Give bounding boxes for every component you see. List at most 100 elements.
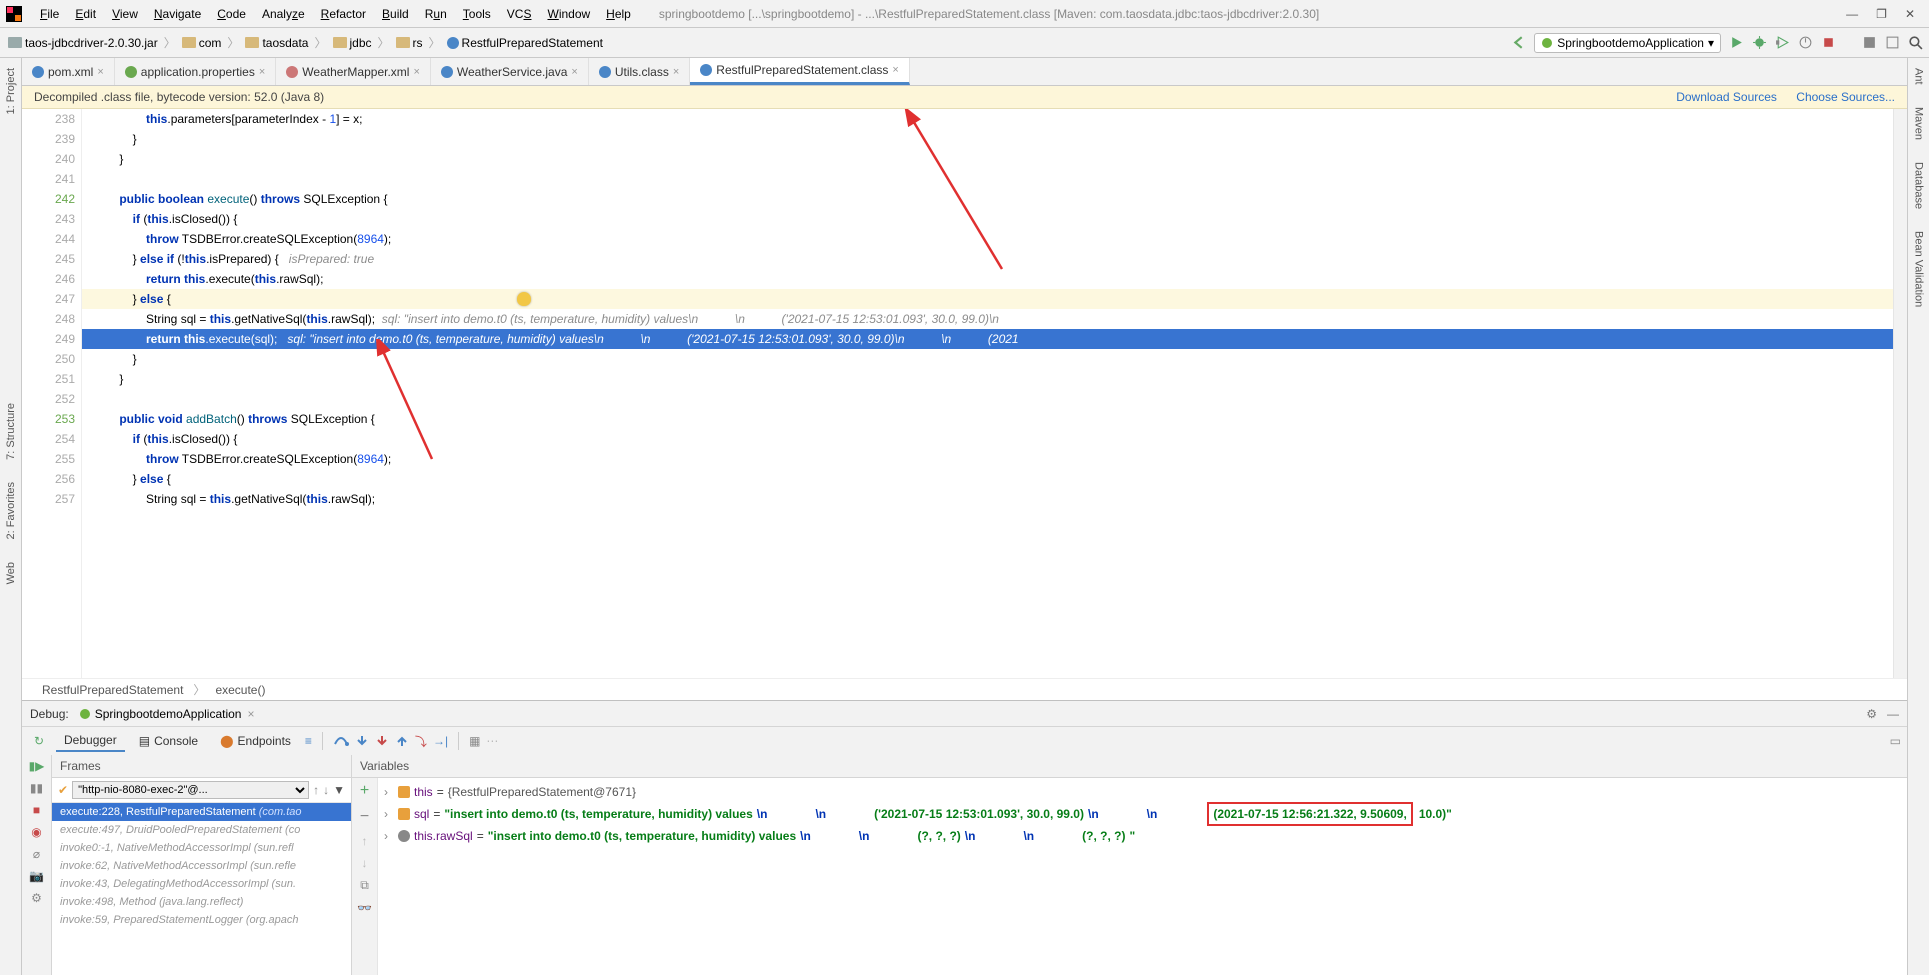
evaluate-icon[interactable]: ▦: [469, 734, 480, 748]
close-tab-icon[interactable]: ×: [413, 66, 419, 78]
gear-icon[interactable]: ⚙: [1866, 707, 1877, 721]
menu-file[interactable]: File: [32, 7, 67, 21]
maximize-icon[interactable]: ❐: [1876, 7, 1887, 21]
run-icon[interactable]: [1729, 35, 1744, 50]
coverage-icon[interactable]: [1775, 35, 1790, 50]
copy-icon[interactable]: ⧉: [360, 878, 369, 893]
view-breakpoints-icon[interactable]: ◉: [31, 825, 41, 839]
tool-structure[interactable]: 7: Structure: [5, 397, 17, 466]
editor-tab[interactable]: application.properties×: [115, 58, 277, 85]
editor-tab[interactable]: pom.xml×: [22, 58, 115, 85]
minimize-icon[interactable]: —: [1846, 7, 1858, 21]
force-step-into-icon[interactable]: [375, 734, 389, 748]
frame-item[interactable]: invoke:498, Method (java.lang.reflect): [52, 893, 351, 911]
tool-database[interactable]: Database: [1913, 156, 1925, 215]
stop-icon[interactable]: ■: [33, 803, 40, 817]
menu-edit[interactable]: Edit: [67, 7, 104, 21]
crumb-jar[interactable]: taos-jdbcdriver-2.0.30.jar: [6, 36, 160, 50]
close-tab-icon[interactable]: ×: [571, 66, 577, 78]
download-sources-link[interactable]: Download Sources: [1676, 90, 1777, 104]
tool-bean-validation[interactable]: Bean Validation: [1913, 225, 1925, 313]
close-icon[interactable]: ×: [247, 707, 254, 721]
debug-icon[interactable]: [1752, 35, 1767, 50]
next-frame-icon[interactable]: ↓: [323, 783, 329, 797]
frame-item[interactable]: invoke:59, PreparedStatementLogger (org.…: [52, 911, 351, 929]
frame-item[interactable]: execute:497, DruidPooledPreparedStatemen…: [52, 821, 351, 839]
run-config-selector[interactable]: SpringbootdemoApplication ▾: [1534, 33, 1721, 53]
code-body[interactable]: this.parameters[parameterIndex - 1] = x;…: [82, 109, 1893, 678]
editor-tab[interactable]: Utils.class×: [589, 58, 690, 85]
menu-run[interactable]: Run: [417, 7, 455, 21]
tab-debugger[interactable]: Debugger: [56, 730, 125, 752]
editor-tab[interactable]: WeatherService.java×: [431, 58, 589, 85]
tool-project[interactable]: 1: Project: [5, 62, 17, 120]
crumb-class[interactable]: RestfulPreparedStatement: [445, 36, 605, 50]
tool-maven[interactable]: Maven: [1913, 101, 1925, 146]
run-to-cursor-icon[interactable]: →|: [433, 734, 448, 748]
crumb-class-name[interactable]: RestfulPreparedStatement: [42, 683, 183, 697]
trace-icon[interactable]: ⋯: [486, 734, 498, 748]
line-gutter[interactable]: 2382392402412422432442452462472482492502…: [22, 109, 82, 678]
crumb-method-name[interactable]: execute(): [215, 683, 265, 697]
back-icon[interactable]: [1511, 35, 1526, 50]
minimize-panel-icon[interactable]: —: [1887, 707, 1899, 721]
threads-icon[interactable]: ≡: [305, 734, 312, 748]
close-tab-icon[interactable]: ×: [673, 66, 679, 78]
tool-web[interactable]: Web: [5, 556, 17, 590]
crumb-pkg[interactable]: rs: [394, 36, 425, 50]
intention-bulb-icon[interactable]: [517, 292, 531, 306]
error-stripe[interactable]: [1893, 109, 1907, 678]
close-tab-icon[interactable]: ×: [259, 66, 265, 78]
rerun-icon[interactable]: ↻: [28, 734, 50, 748]
crumb-pkg[interactable]: jdbc: [331, 36, 374, 50]
variables-list[interactable]: › this = {RestfulPreparedStatement@7671}…: [378, 778, 1907, 975]
profile-icon[interactable]: [1798, 35, 1813, 50]
git-icon[interactable]: [1862, 35, 1877, 50]
menu-tools[interactable]: Tools: [455, 7, 499, 21]
frame-item[interactable]: invoke:43, DelegatingMethodAccessorImpl …: [52, 875, 351, 893]
prev-frame-icon[interactable]: ↑: [313, 783, 319, 797]
down-icon[interactable]: ↓: [362, 856, 368, 870]
menu-refactor[interactable]: Refactor: [313, 7, 374, 21]
structure-icon[interactable]: [1885, 35, 1900, 50]
crumb-pkg[interactable]: taosdata: [243, 36, 310, 50]
close-icon[interactable]: ✕: [1905, 7, 1915, 21]
resume-icon[interactable]: ▮▶: [29, 759, 45, 773]
step-over-icon[interactable]: [333, 734, 349, 748]
menu-navigate[interactable]: Navigate: [146, 7, 209, 21]
menu-help[interactable]: Help: [598, 7, 639, 21]
crumb-pkg[interactable]: com: [180, 36, 224, 50]
menu-view[interactable]: View: [104, 7, 146, 21]
add-watch-icon[interactable]: +: [360, 782, 369, 800]
drop-frame-icon[interactable]: ⤵: [415, 733, 427, 750]
editor-tab[interactable]: RestfulPreparedStatement.class×: [690, 58, 910, 85]
tool-favorites[interactable]: 2: Favorites: [5, 476, 17, 545]
menu-build[interactable]: Build: [374, 7, 417, 21]
menu-window[interactable]: Window: [539, 7, 598, 21]
camera-icon[interactable]: 📷: [29, 869, 44, 883]
frame-item[interactable]: execute:228, RestfulPreparedStatement (c…: [52, 803, 351, 821]
up-icon[interactable]: ↑: [362, 834, 368, 848]
mute-breakpoints-icon[interactable]: ⌀: [33, 847, 40, 861]
var-rawsql[interactable]: › this.rawSql = "insert into demo.t0 (ts…: [384, 826, 1901, 846]
remove-watch-icon[interactable]: −: [360, 808, 369, 826]
settings-icon[interactable]: ⚙: [31, 891, 42, 905]
editor-tab[interactable]: WeatherMapper.xml×: [276, 58, 431, 85]
close-tab-icon[interactable]: ×: [892, 64, 898, 76]
thread-selector[interactable]: "http-nio-8080-exec-2"@...: [72, 781, 309, 799]
step-out-icon[interactable]: [395, 734, 409, 748]
glasses-icon[interactable]: 👓: [357, 901, 372, 915]
menu-vcs[interactable]: VCS: [499, 7, 540, 21]
layout-icon[interactable]: ▭: [1890, 734, 1901, 748]
choose-sources-link[interactable]: Choose Sources...: [1796, 90, 1895, 104]
menu-code[interactable]: Code: [209, 7, 254, 21]
frames-list[interactable]: execute:228, RestfulPreparedStatement (c…: [52, 803, 351, 975]
menu-analyze[interactable]: Analyze: [254, 7, 313, 21]
code-editor[interactable]: 2382392402412422432442452462472482492502…: [22, 109, 1907, 678]
debug-config-tab[interactable]: SpringbootdemoApplication ×: [79, 707, 255, 721]
pause-icon[interactable]: ▮▮: [30, 781, 43, 795]
close-tab-icon[interactable]: ×: [97, 66, 103, 78]
var-sql[interactable]: › sql = "insert into demo.t0 (ts, temper…: [384, 802, 1901, 826]
var-this[interactable]: › this = {RestfulPreparedStatement@7671}: [384, 782, 1901, 802]
tool-ant[interactable]: Ant: [1913, 62, 1925, 91]
